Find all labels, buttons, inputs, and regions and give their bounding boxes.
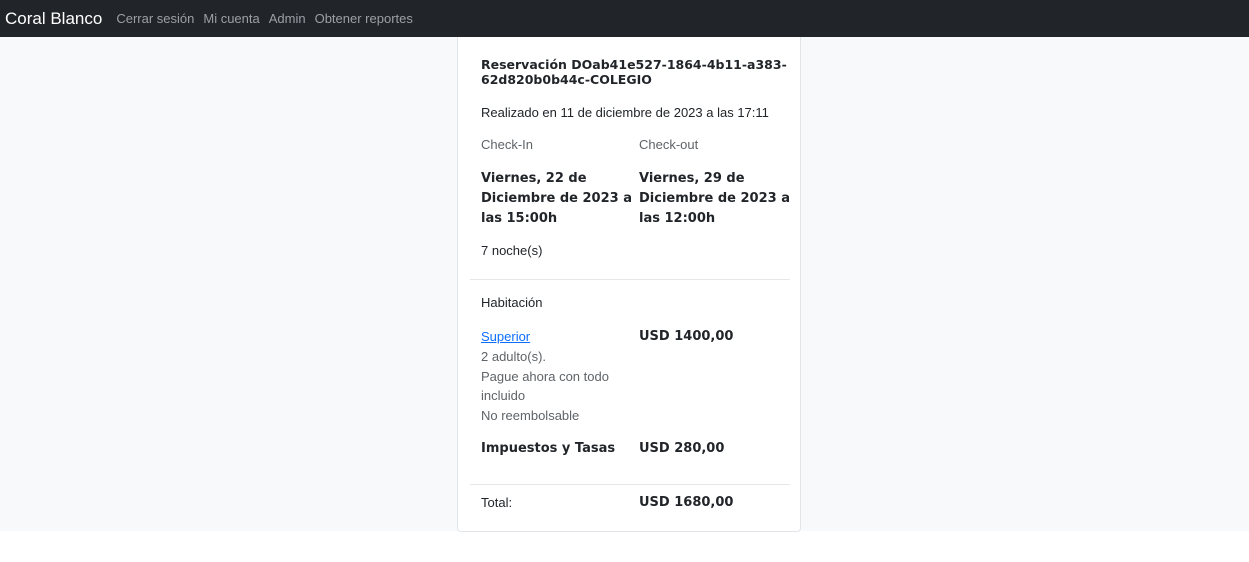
checkout-date-line-2: Diciembre de 2023 a <box>639 191 790 206</box>
checkin-date-line-2: Diciembre de 2023 a <box>481 191 632 206</box>
brand-link[interactable]: Coral Blanco <box>5 9 102 29</box>
room-occupancy: 2 adulto(s). <box>481 349 547 364</box>
reservation-title-line-2: 62d820b0b44c-COLEGIO <box>481 72 652 87</box>
divider <box>470 484 790 485</box>
checkin-date-line-1: Viernes, 22 de <box>481 171 587 186</box>
total-label: Total: <box>481 495 513 510</box>
checkout-date-line-3: las 12:00h <box>639 211 716 226</box>
nav-logout-link[interactable]: Cerrar sesión <box>116 11 194 26</box>
checkout-date-line-1: Viernes, 29 de <box>639 171 745 186</box>
room-section-label: Habitación <box>481 295 543 310</box>
room-rate-line-2: incluido <box>481 388 526 403</box>
total-amount: USD 1680,00 <box>639 495 734 510</box>
room-name-link[interactable]: Superior <box>481 327 530 347</box>
checkin-label: Check-In <box>481 137 534 152</box>
room-price: USD 1400,00 <box>639 329 734 344</box>
nights-count: 7 noche(s) <box>481 243 543 258</box>
reservation-title-line-1: Reservación DOab41e527-1864-4b11-a383- <box>481 57 787 72</box>
divider <box>470 279 790 280</box>
nav-admin-link[interactable]: Admin <box>269 11 306 26</box>
reservation-created-date: Realizado en 11 de diciembre de 2023 a l… <box>481 105 769 120</box>
room-refund-policy: No reembolsable <box>481 408 580 423</box>
nav-reports-link[interactable]: Obtener reportes <box>315 11 413 26</box>
checkin-date-line-3: las 15:00h <box>481 211 558 226</box>
top-navbar: Coral Blanco Cerrar sesión Mi cuenta Adm… <box>0 0 1249 37</box>
nav-my-account-link[interactable]: Mi cuenta <box>203 11 259 26</box>
taxes-amount: USD 280,00 <box>639 441 725 456</box>
taxes-label: Impuestos y Tasas <box>481 441 616 456</box>
checkout-label: Check-out <box>639 137 699 152</box>
reservation-card: Reservación DOab41e527-1864-4b11-a383- 6… <box>457 37 801 532</box>
room-rate-line-1: Pague ahora con todo <box>481 369 609 384</box>
